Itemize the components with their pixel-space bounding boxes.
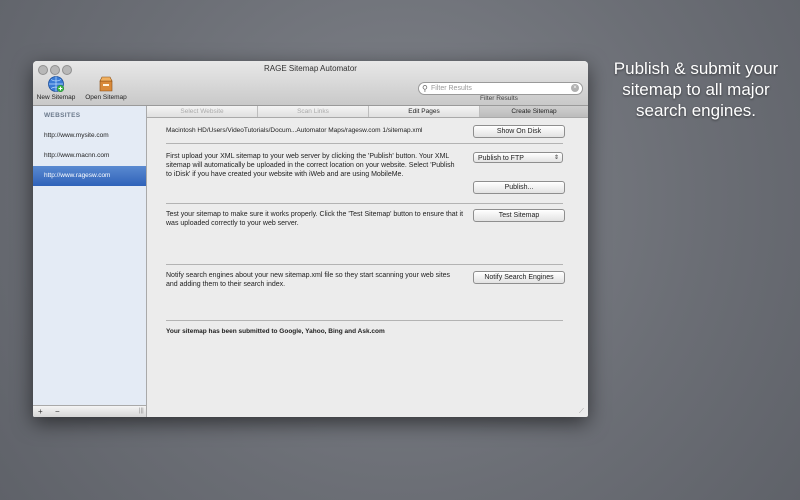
window-resize-icon[interactable]: ⟋: [579, 408, 587, 416]
websites-sidebar: WEBSITES http://www.mysite.com http://ww…: [33, 106, 147, 417]
divider: [166, 320, 563, 321]
upload-instructions: First upload your XML sitemap to your we…: [166, 153, 455, 178]
create-sitemap-pane: Macintosh HD/Users/VideoTutorials/Docum.…: [147, 118, 588, 417]
sidebar-item-macnn[interactable]: http://www.macnn.com: [33, 146, 146, 166]
publish-destination-value: Publish to FTP: [478, 155, 524, 162]
clear-search-icon[interactable]: ×: [571, 84, 579, 92]
search-placeholder: Filter Results: [431, 85, 472, 92]
promo-caption: Publish & submit your sitemap to all maj…: [613, 59, 779, 120]
test-instructions: Test your sitemap to make sure it works …: [166, 211, 464, 227]
tab-edit-pages[interactable]: Edit Pages: [369, 106, 480, 117]
websites-heading: WEBSITES: [44, 112, 81, 119]
sidebar-item-mysite[interactable]: http://www.mysite.com: [33, 126, 146, 146]
filter-search-field[interactable]: ⚲ Filter Results ×: [418, 82, 583, 95]
new-sitemap-button[interactable]: New Sitemap: [36, 75, 76, 101]
notify-search-engines-button[interactable]: Notify Search Engines: [473, 271, 565, 284]
open-sitemap-button[interactable]: Open Sitemap: [83, 75, 129, 101]
filter-results-label: Filter Results: [480, 95, 518, 102]
updown-arrows-icon: ⇕: [553, 155, 559, 161]
publish-button[interactable]: Publish...: [473, 181, 565, 194]
tab-scan-links[interactable]: Scan Links: [258, 106, 369, 117]
remove-website-button[interactable]: −: [55, 406, 60, 417]
publish-destination-select[interactable]: Publish to FTP ⇕: [473, 152, 563, 163]
open-box-icon: [99, 76, 113, 92]
divider: [166, 203, 563, 204]
sidebar-bottom-bar: + − |||: [33, 405, 146, 417]
sidebar-item-ragesw[interactable]: http://www.ragesw.com: [33, 166, 146, 186]
divider: [166, 264, 563, 265]
title-bar: RAGE Sitemap Automator New Sitemap Open …: [33, 61, 588, 106]
test-sitemap-button[interactable]: Test Sitemap: [473, 209, 565, 222]
submission-status: Your sitemap has been submitted to Googl…: [166, 328, 385, 335]
new-sitemap-label: New Sitemap: [36, 94, 76, 101]
search-icon: ⚲: [422, 84, 428, 93]
add-website-button[interactable]: +: [38, 406, 43, 417]
open-sitemap-label: Open Sitemap: [85, 94, 127, 101]
sitemap-path: Macintosh HD/Users/VideoTutorials/Docum.…: [166, 127, 423, 134]
tab-select-website[interactable]: Select Website: [147, 106, 258, 117]
notify-instructions: Notify search engines about your new sit…: [166, 272, 451, 288]
resize-grip-icon[interactable]: |||: [139, 406, 144, 417]
globe-plus-icon: [48, 76, 65, 93]
app-window: RAGE Sitemap Automator New Sitemap Open …: [33, 61, 588, 417]
show-on-disk-button[interactable]: Show On Disk: [473, 125, 565, 138]
step-tabs: Select Website Scan Links Edit Pages Cre…: [147, 106, 588, 118]
divider: [166, 143, 563, 144]
window-title: RAGE Sitemap Automator: [264, 64, 357, 73]
tab-create-sitemap[interactable]: Create Sitemap: [480, 106, 588, 117]
